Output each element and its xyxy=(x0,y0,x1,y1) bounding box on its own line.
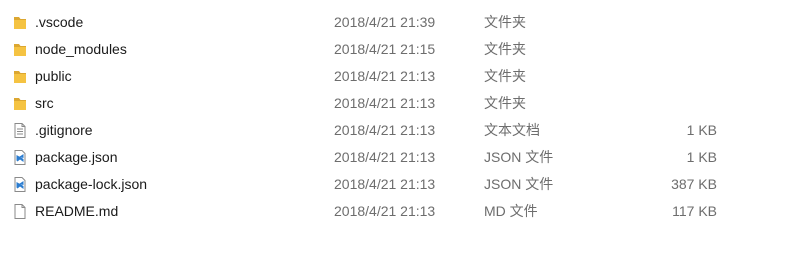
file-size: 387 KB xyxy=(671,176,717,192)
file-size: 1 KB xyxy=(686,149,717,165)
vscode-file-icon xyxy=(14,177,26,192)
file-name: .vscode xyxy=(35,14,84,30)
file-row-vscode[interactable]: .vscode 2018/4/21 21:39 文件夹 xyxy=(0,9,798,36)
file-name: README.md xyxy=(35,203,119,219)
file-name: package.json xyxy=(35,149,118,165)
folder-icon xyxy=(14,71,26,83)
folder-icon xyxy=(14,44,26,56)
file-type: 文件夹 xyxy=(484,41,526,57)
file-row-src[interactable]: src 2018/4/21 21:13 文件夹 xyxy=(0,90,798,117)
file-modified: 2018/4/21 21:13 xyxy=(334,122,436,138)
file-name: src xyxy=(35,95,54,111)
file-name: public xyxy=(35,68,72,84)
folder-icon xyxy=(14,17,26,29)
file-row-public[interactable]: public 2018/4/21 21:13 文件夹 xyxy=(0,63,798,90)
file-modified: 2018/4/21 21:13 xyxy=(334,176,436,192)
vscode-file-icon xyxy=(14,150,26,165)
file-row-gitignore[interactable]: .gitignore 2018/4/21 21:13 文本文档 1 KB xyxy=(0,117,798,144)
file-modified: 2018/4/21 21:13 xyxy=(334,68,436,84)
file-modified: 2018/4/21 21:39 xyxy=(334,14,436,30)
file-modified: 2018/4/21 21:13 xyxy=(334,203,436,219)
file-size: 117 KB xyxy=(672,203,717,219)
file-type: JSON 文件 xyxy=(484,149,554,165)
file-modified: 2018/4/21 21:15 xyxy=(334,41,436,57)
file-type: MD 文件 xyxy=(484,203,538,219)
file-row-package-json[interactable]: package.json 2018/4/21 21:13 JSON 文件 1 K… xyxy=(0,144,798,171)
file-row-node-modules[interactable]: node_modules 2018/4/21 21:15 文件夹 xyxy=(0,36,798,63)
file-type: 文件夹 xyxy=(484,68,526,84)
file-name: package-lock.json xyxy=(35,176,148,192)
file-name: .gitignore xyxy=(35,122,93,138)
folder-icon xyxy=(14,98,26,110)
file-size: 1 KB xyxy=(686,122,717,138)
file-modified: 2018/4/21 21:13 xyxy=(334,95,436,111)
text-file-icon xyxy=(14,123,26,138)
blank-file-icon xyxy=(14,204,26,219)
file-row-readme[interactable]: README.md 2018/4/21 21:13 MD 文件 117 KB xyxy=(0,198,798,225)
file-type: 文件夹 xyxy=(484,95,526,111)
file-type: JSON 文件 xyxy=(484,176,554,192)
file-type: 文件夹 xyxy=(484,14,526,30)
file-modified: 2018/4/21 21:13 xyxy=(334,149,436,165)
file-list: .vscode 2018/4/21 21:39 文件夹 node_modules… xyxy=(0,0,798,225)
file-type: 文本文档 xyxy=(484,122,540,138)
file-row-package-lock-json[interactable]: package-lock.json 2018/4/21 21:13 JSON 文… xyxy=(0,171,798,198)
file-name: node_modules xyxy=(35,41,127,57)
